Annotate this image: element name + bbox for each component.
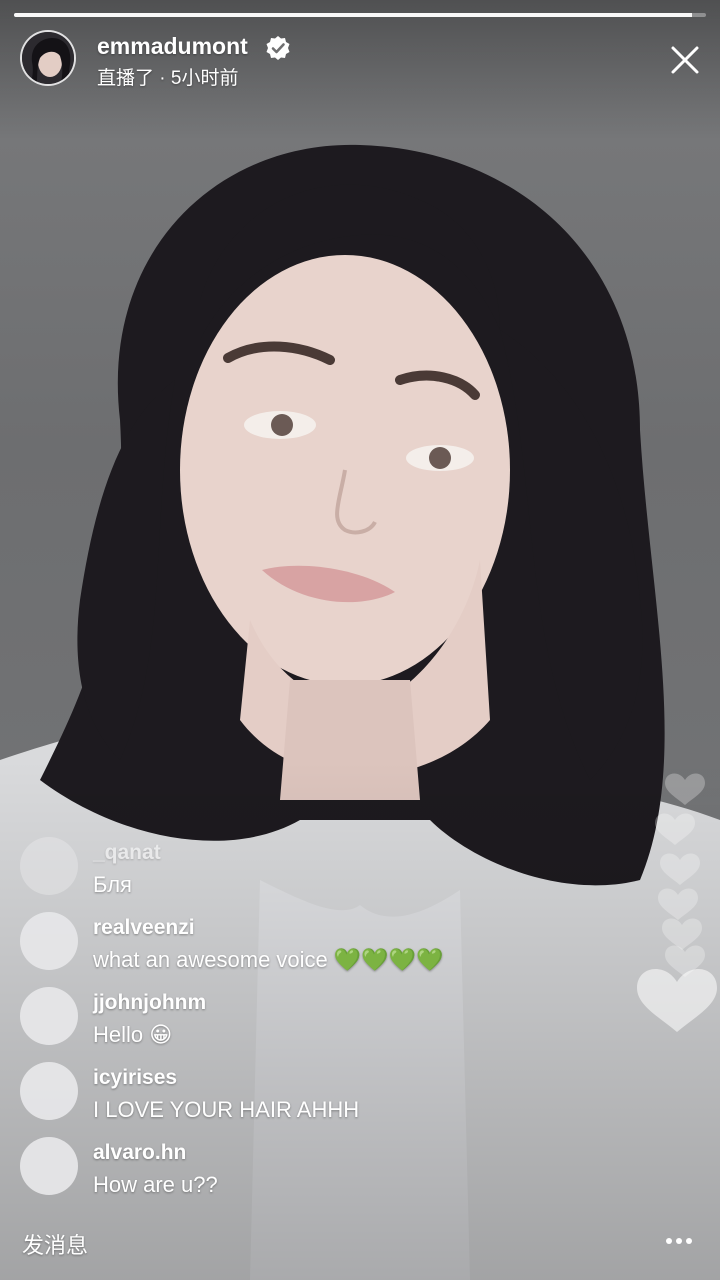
- commenter-avatar[interactable]: [20, 1062, 78, 1120]
- comment-item: alvaro.hn How are u??: [20, 1135, 540, 1210]
- close-icon[interactable]: [665, 40, 705, 80]
- more-horizontal-icon[interactable]: [662, 1226, 696, 1256]
- story-progress-fill: [14, 13, 693, 17]
- comment-item: _qanat Бля: [20, 835, 540, 910]
- comment-text: How are u??: [93, 1172, 218, 1197]
- streamer-username[interactable]: emmadumont: [97, 33, 248, 60]
- comment-item: realveenzi what an awesome voice 💚💚💚💚: [20, 910, 540, 985]
- streamer-avatar[interactable]: [20, 30, 76, 86]
- comment-item: icyirises I LOVE YOUR HAIR AHHH: [20, 1060, 540, 1135]
- commenter-avatar[interactable]: [20, 912, 78, 970]
- comment-text: Hello 😀: [93, 1022, 173, 1047]
- commenter-avatar[interactable]: [20, 1137, 78, 1195]
- verified-badge-icon: [266, 36, 290, 60]
- floating-hearts: [637, 773, 717, 1032]
- commenter-username[interactable]: _qanat: [93, 841, 161, 865]
- comment-text: what an awesome voice 💚💚💚💚: [93, 947, 444, 972]
- story-progress-bar: [14, 13, 706, 17]
- commenter-avatar[interactable]: [20, 837, 78, 895]
- comment-text: I LOVE YOUR HAIR AHHH: [93, 1097, 360, 1122]
- send-message-button[interactable]: 发消息: [22, 1228, 88, 1260]
- commenter-username[interactable]: realveenzi: [93, 916, 195, 940]
- commenter-username[interactable]: alvaro.hn: [93, 1141, 186, 1165]
- commenter-avatar[interactable]: [20, 987, 78, 1045]
- live-comments-list: _qanat Бля realveenzi what an awesome vo…: [20, 835, 540, 1210]
- commenter-username[interactable]: jjohnjohnm: [93, 991, 206, 1015]
- commenter-username[interactable]: icyirises: [93, 1066, 177, 1090]
- comment-text: Бля: [93, 872, 132, 897]
- live-status-text: 直播了 · 5小时前: [97, 68, 239, 89]
- comment-item: jjohnjohnm Hello 😀: [20, 985, 540, 1060]
